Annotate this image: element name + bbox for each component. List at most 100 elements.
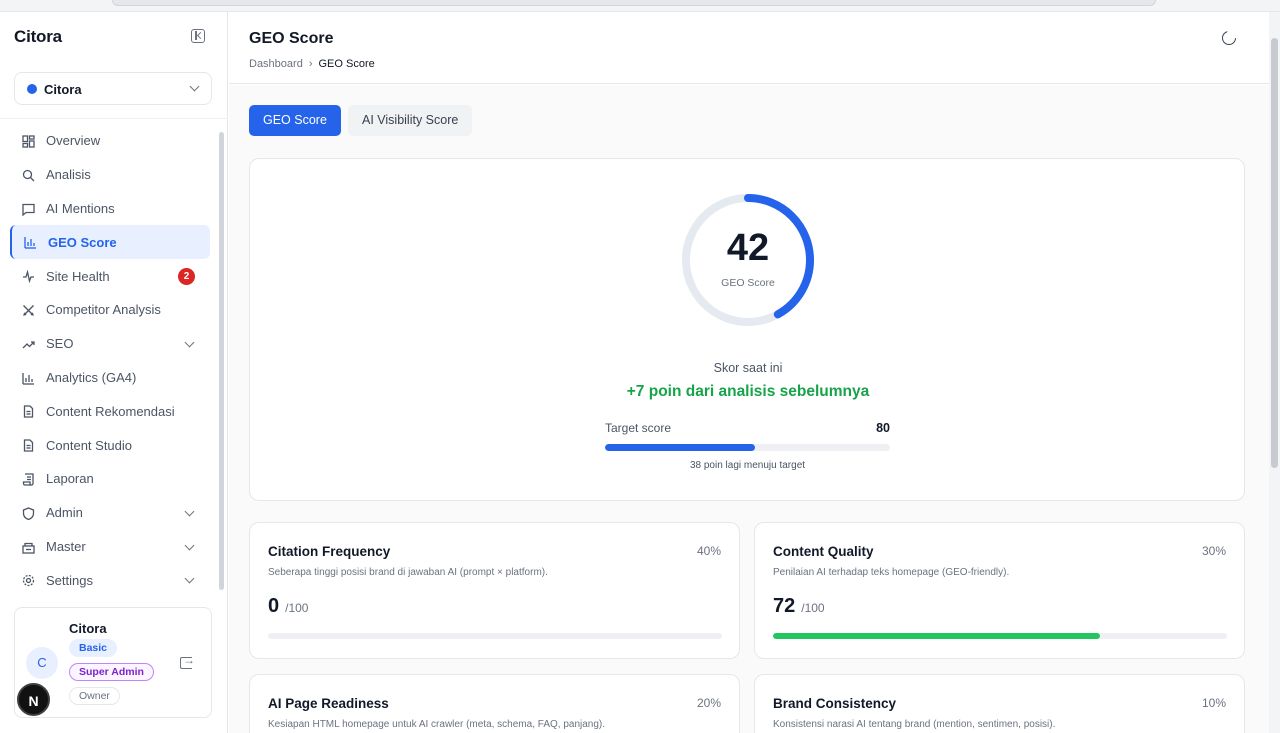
sidebar-item-label: Analytics (GA4) (46, 369, 137, 385)
target-progress-bar (605, 444, 890, 451)
card-score: 0/100 (268, 595, 308, 618)
sidebar-item-laporan[interactable]: Laporan (10, 462, 210, 496)
sidebar-item-settings[interactable]: Settings (10, 563, 210, 597)
project-selector[interactable]: Citora (14, 72, 212, 105)
moon-icon[interactable] (1222, 28, 1238, 45)
bar-chart-icon (22, 372, 35, 385)
project-dot-icon (27, 84, 37, 94)
card-description: Kesiapan HTML homepage untuk AI crawler … (268, 719, 606, 730)
tab-geo-score[interactable]: GEO Score (249, 105, 341, 136)
sidebar-item-label: Competitor Analysis (46, 302, 161, 318)
sidebar-item-site-health[interactable]: Site Health 2 (10, 259, 210, 293)
card-score-value: 0 (268, 595, 280, 617)
database-icon (22, 541, 35, 554)
chevron-down-icon (184, 337, 195, 348)
chevron-down-icon (189, 81, 200, 92)
sidebar-item-content-studio[interactable]: Content Studio (10, 428, 210, 462)
card-score: 72/100 (773, 595, 825, 618)
avatar[interactable]: C (26, 647, 58, 679)
card-weight: 30% (1201, 544, 1226, 558)
sidebar-item-label: Content Rekomendasi (46, 403, 175, 419)
logout-icon[interactable] (180, 653, 195, 669)
sidebar-item-ai-mentions[interactable]: AI Mentions (10, 192, 210, 226)
breadcrumb: Dashboard › GEO Score (249, 58, 375, 70)
file-icon (22, 439, 35, 452)
metric-card-content-quality: Content Quality 30% Penilaian AI terhada… (754, 522, 1245, 659)
sidebar-item-geo-score[interactable]: GEO Score (10, 225, 210, 260)
metric-card-ai-page-readiness: AI Page Readiness 20% Kesiapan HTML home… (249, 674, 740, 733)
notification-badge: 2 (178, 268, 195, 286)
sidebar-item-label: Site Health (46, 268, 110, 284)
score-delta: +7 poin dari analisis sebelumnya (626, 383, 870, 400)
card-title: AI Page Readiness (268, 696, 389, 711)
target-label: Target score (605, 421, 672, 435)
sidebar-item-label: AI Mentions (46, 200, 115, 216)
tab-ai-visibility-score[interactable]: AI Visibility Score (348, 105, 473, 136)
chevron-down-icon (184, 540, 195, 551)
sidebar-item-label: Settings (46, 572, 93, 588)
card-weight: 20% (696, 696, 721, 710)
card-title: Brand Consistency (773, 696, 897, 711)
sidebar-item-label: GEO Score (48, 234, 117, 250)
sidebar-item-seo[interactable]: SEO (10, 327, 210, 361)
sidebar-item-master[interactable]: Master (10, 530, 210, 564)
sidebar-item-label: Admin (46, 505, 83, 521)
main-content: GEO Score AI Visibility Score 42 GEO Sco… (229, 85, 1269, 733)
activity-icon (22, 269, 35, 284)
card-title: Citation Frequency (268, 544, 391, 559)
sidebar-item-admin[interactable]: Admin (10, 496, 210, 530)
sidebar-item-analisis[interactable]: Analisis (10, 158, 210, 192)
metric-card-brand-consistency: Brand Consistency 10% Konsistensi narasi… (754, 674, 1245, 733)
card-progress-fill (773, 633, 1100, 639)
target-note: 38 poin lagi menuju target (689, 460, 806, 471)
page-scrollbar[interactable] (1269, 12, 1280, 733)
chevron-down-icon (184, 506, 195, 517)
address-bar[interactable] (112, 0, 1156, 6)
bar-chart-icon (24, 236, 37, 250)
sidebar-scrollbar[interactable] (219, 132, 224, 590)
sidebar-item-label: Content Studio (46, 437, 133, 453)
role-badge: Super Admin (69, 663, 154, 681)
trending-up-icon (22, 338, 35, 351)
page-scrollbar-thumb[interactable] (1271, 38, 1278, 468)
page-title: GEO Score (249, 30, 334, 47)
breadcrumb-dashboard[interactable]: Dashboard (249, 58, 303, 70)
browser-top-strip (0, 0, 1280, 12)
sidebar-item-label: Laporan (46, 471, 94, 487)
card-progress-bar (268, 633, 722, 639)
sidebar-item-label: SEO (46, 336, 74, 352)
swords-icon (22, 304, 35, 317)
sidebar-item-overview[interactable]: Overview (10, 124, 210, 158)
card-description: Seberapa tinggi posisi brand di jawaban … (268, 567, 548, 578)
sidebar-item-label: Overview (46, 133, 101, 149)
owner-badge: Owner (69, 687, 120, 705)
plan-badge: Basic (69, 639, 118, 657)
sidebar-item-label: Analisis (46, 167, 91, 183)
user-name: Citora (69, 621, 107, 636)
sidebar-item-competitor-analysis[interactable]: Competitor Analysis (10, 293, 210, 327)
floating-dev-badge[interactable]: N (17, 683, 50, 716)
shield-icon (22, 507, 35, 520)
target-progress-fill (605, 444, 755, 451)
card-score-max: /100 (285, 601, 309, 615)
message-square-icon (22, 203, 35, 216)
chevron-down-icon (184, 573, 195, 584)
current-score-label: Skor saat ini (713, 361, 783, 375)
sidebar-item-content-rekomendasi[interactable]: Content Rekomendasi (10, 394, 210, 428)
card-title: Content Quality (773, 544, 874, 559)
score-label: GEO Score (721, 277, 775, 289)
nav-divider (0, 118, 228, 119)
card-description: Penilaian AI terhadap teks homepage (GEO… (773, 567, 1010, 578)
card-description: Konsistensi narasi AI tentang brand (men… (773, 719, 1056, 730)
breadcrumb-current: GEO Score (318, 58, 375, 70)
brand-title: Citora (14, 27, 62, 46)
sidebar-nav: Overview Analisis AI Mentions GEO Score … (10, 124, 210, 597)
card-score-value: 72 (773, 595, 796, 617)
search-icon (22, 169, 35, 182)
collapse-sidebar-icon[interactable] (191, 29, 205, 43)
sidebar-item-analytics[interactable]: Analytics (GA4) (10, 361, 210, 395)
sidebar: Citora Citora Overview Analisis AI Menti… (0, 12, 228, 733)
target-value: 80 (876, 421, 890, 435)
metric-card-citation-frequency: Citation Frequency 40% Seberapa tinggi p… (249, 522, 740, 659)
card-weight: 40% (696, 544, 721, 558)
